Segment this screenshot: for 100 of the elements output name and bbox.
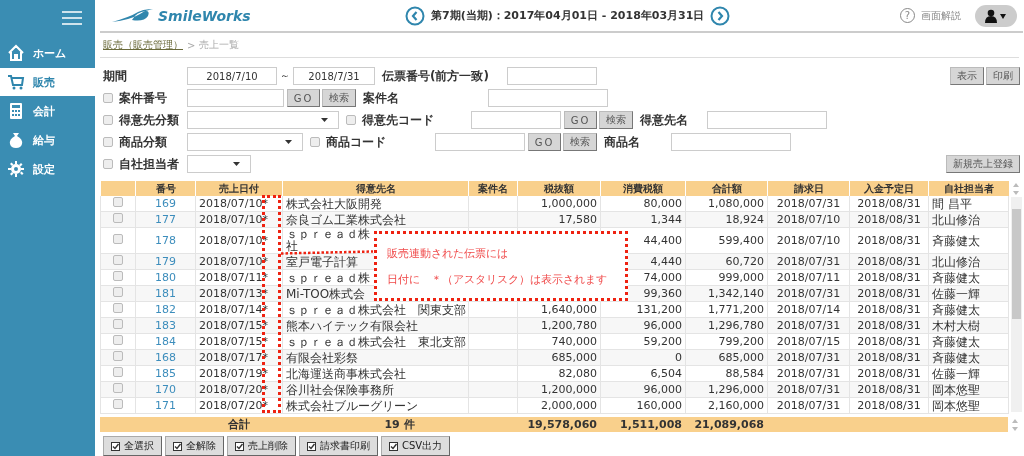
table-cell: 1,344: [650, 214, 682, 226]
action-button[interactable]: 請求書印刷: [299, 436, 378, 456]
table-cell: 2018/07/19*: [199, 368, 268, 380]
table-cell: 斉藤健太: [932, 303, 980, 316]
table-cell: 4,440: [650, 256, 682, 268]
input-field[interactable]: 2018/7/10: [187, 67, 277, 85]
search-button[interactable]: 検索: [599, 111, 633, 129]
column-header[interactable]: 税抜額: [517, 181, 601, 196]
help-link[interactable]: 画面解説: [921, 8, 961, 23]
column-header[interactable]: 請求日: [767, 181, 850, 196]
table-cell-text: ｓｐｒｅａｄ株社: [286, 228, 371, 252]
search-button[interactable]: 検索: [322, 89, 356, 107]
total-count: 19 件: [384, 418, 415, 431]
table-cell: 2018/07/11*: [199, 272, 268, 284]
search-button[interactable]: 検索: [563, 133, 597, 151]
table-cell: 1,080,000: [708, 198, 764, 210]
toolbar-button[interactable]: 印刷: [986, 67, 1020, 85]
sidebar-item[interactable]: 販売: [0, 68, 95, 96]
field-label: 商品名: [604, 133, 640, 151]
sidebar-item[interactable]: 会計: [0, 97, 95, 125]
go-button[interactable]: GO: [528, 133, 561, 151]
action-button[interactable]: CSV出力: [381, 436, 451, 456]
field-label: 案件名: [363, 89, 399, 107]
column-header[interactable]: 合計額: [685, 181, 768, 196]
table-cell: 木村大樹: [932, 319, 980, 332]
row-number-link[interactable]: 178: [155, 234, 176, 247]
column-header[interactable]: 消費税額: [600, 181, 686, 196]
sidebar-item[interactable]: 給与: [0, 126, 95, 154]
table-cell: 685,000: [718, 352, 764, 364]
table-cell: 岡本悠聖: [932, 399, 980, 412]
table-cell: 2018/07/15*: [199, 320, 268, 332]
callout-text: 販売連動された伝票には: [387, 245, 509, 261]
table-cell: 2018/08/31: [857, 368, 921, 380]
field-label: 得意先分類: [119, 111, 179, 129]
field-label: 期間: [103, 67, 127, 85]
table-cell: 17,580: [558, 214, 597, 226]
breadcrumb-link[interactable]: 販売（販売管理）: [103, 38, 183, 53]
new-sale-button[interactable]: 新規売上登録: [946, 155, 1020, 173]
table-cell: 2018/07/10*: [199, 214, 268, 226]
table-cell: 熊本ハイテック有限会社: [286, 319, 418, 332]
table-cell: 佐藤一輝: [932, 287, 980, 300]
field-label: 商品分類: [119, 133, 167, 151]
column-header[interactable]: 入金予定日: [849, 181, 929, 196]
table-cell: 2018/08/31: [857, 198, 921, 210]
table-cell: 1,342,140: [708, 288, 764, 300]
table-cell: 685,000: [551, 352, 597, 364]
range-separator: ～: [280, 69, 290, 83]
table-cell: 59,200: [643, 336, 682, 348]
column-header[interactable]: 番号: [135, 181, 196, 196]
table-cell: 740,000: [551, 336, 597, 348]
column-header[interactable]: 自社担当者: [928, 181, 1009, 196]
table-cell: 2018/07/10*: [199, 198, 268, 210]
field-label: 得意先名: [640, 111, 688, 129]
table-cell: 2018/07/20*: [199, 384, 268, 396]
table-cell: 北海運送商事株式会社: [286, 367, 406, 380]
table-cell: 1,200,780: [541, 320, 597, 332]
table-cell: 82,080: [558, 368, 597, 380]
go-button[interactable]: GO: [287, 89, 320, 107]
field-label: 自社担当者: [119, 155, 179, 173]
column-header[interactable]: 売上日付: [195, 181, 283, 196]
table-cell: 80,000: [643, 198, 682, 210]
table-cell: 2,160,000: [708, 400, 764, 412]
table-cell: 2018/07/11: [776, 272, 841, 284]
go-button[interactable]: GO: [564, 111, 597, 129]
sidebar-item[interactable]: ホーム: [0, 39, 95, 67]
table-cell: 2018/07/10: [776, 214, 841, 226]
sidebar-item[interactable]: 設定: [0, 155, 95, 183]
field-label: 伝票番号(前方一致): [382, 67, 489, 85]
table-cell: 2018/08/31: [857, 304, 921, 316]
table-cell: 北山修治: [932, 255, 980, 268]
action-button[interactable]: 全選択: [103, 436, 162, 456]
table-cell: 2018/07/31: [776, 288, 841, 300]
total-label: 合計: [227, 418, 250, 431]
field-label: 商品コード: [326, 133, 386, 151]
total-value: 21,089,068: [694, 418, 764, 431]
table-cell: 谷川社会保険事務所: [286, 383, 394, 396]
table-cell: 2,000,000: [541, 400, 597, 412]
table-cell: 2018/07/10*: [199, 256, 268, 268]
table-cell: 斉藤健太: [932, 234, 980, 247]
table-cell: 0: [675, 352, 682, 364]
table-cell: 佐藤一輝: [932, 367, 980, 380]
table-cell: 2018/07/14: [776, 304, 841, 316]
total-value: 19,578,060: [527, 418, 597, 431]
input-field[interactable]: 2018/7/31: [293, 67, 375, 85]
action-button[interactable]: 売上削除: [227, 436, 296, 456]
table-cell: 2018/07/15: [776, 336, 841, 348]
table-cell: 2018/07/31: [776, 368, 841, 380]
table-cell: ｓｐｒｅａｄ株式会社 関東支部: [286, 303, 466, 316]
table-cell: 2018/08/31: [857, 272, 921, 284]
table-cell: 斉藤健太: [932, 335, 980, 348]
column-header[interactable]: 得意先名: [282, 181, 469, 196]
table-cell: 1,296,780: [708, 320, 764, 332]
action-button[interactable]: 全解除: [165, 436, 224, 456]
table-cell: 2018/07/10: [776, 235, 841, 247]
table-cell: 2018/08/31: [857, 336, 921, 348]
column-header[interactable]: 案件名: [468, 181, 518, 196]
table-cell: 88,584: [725, 368, 764, 380]
field-label: 案件番号: [119, 89, 167, 107]
toolbar-button[interactable]: 表示: [950, 67, 984, 85]
table-cell: 2018/08/31: [857, 384, 921, 396]
